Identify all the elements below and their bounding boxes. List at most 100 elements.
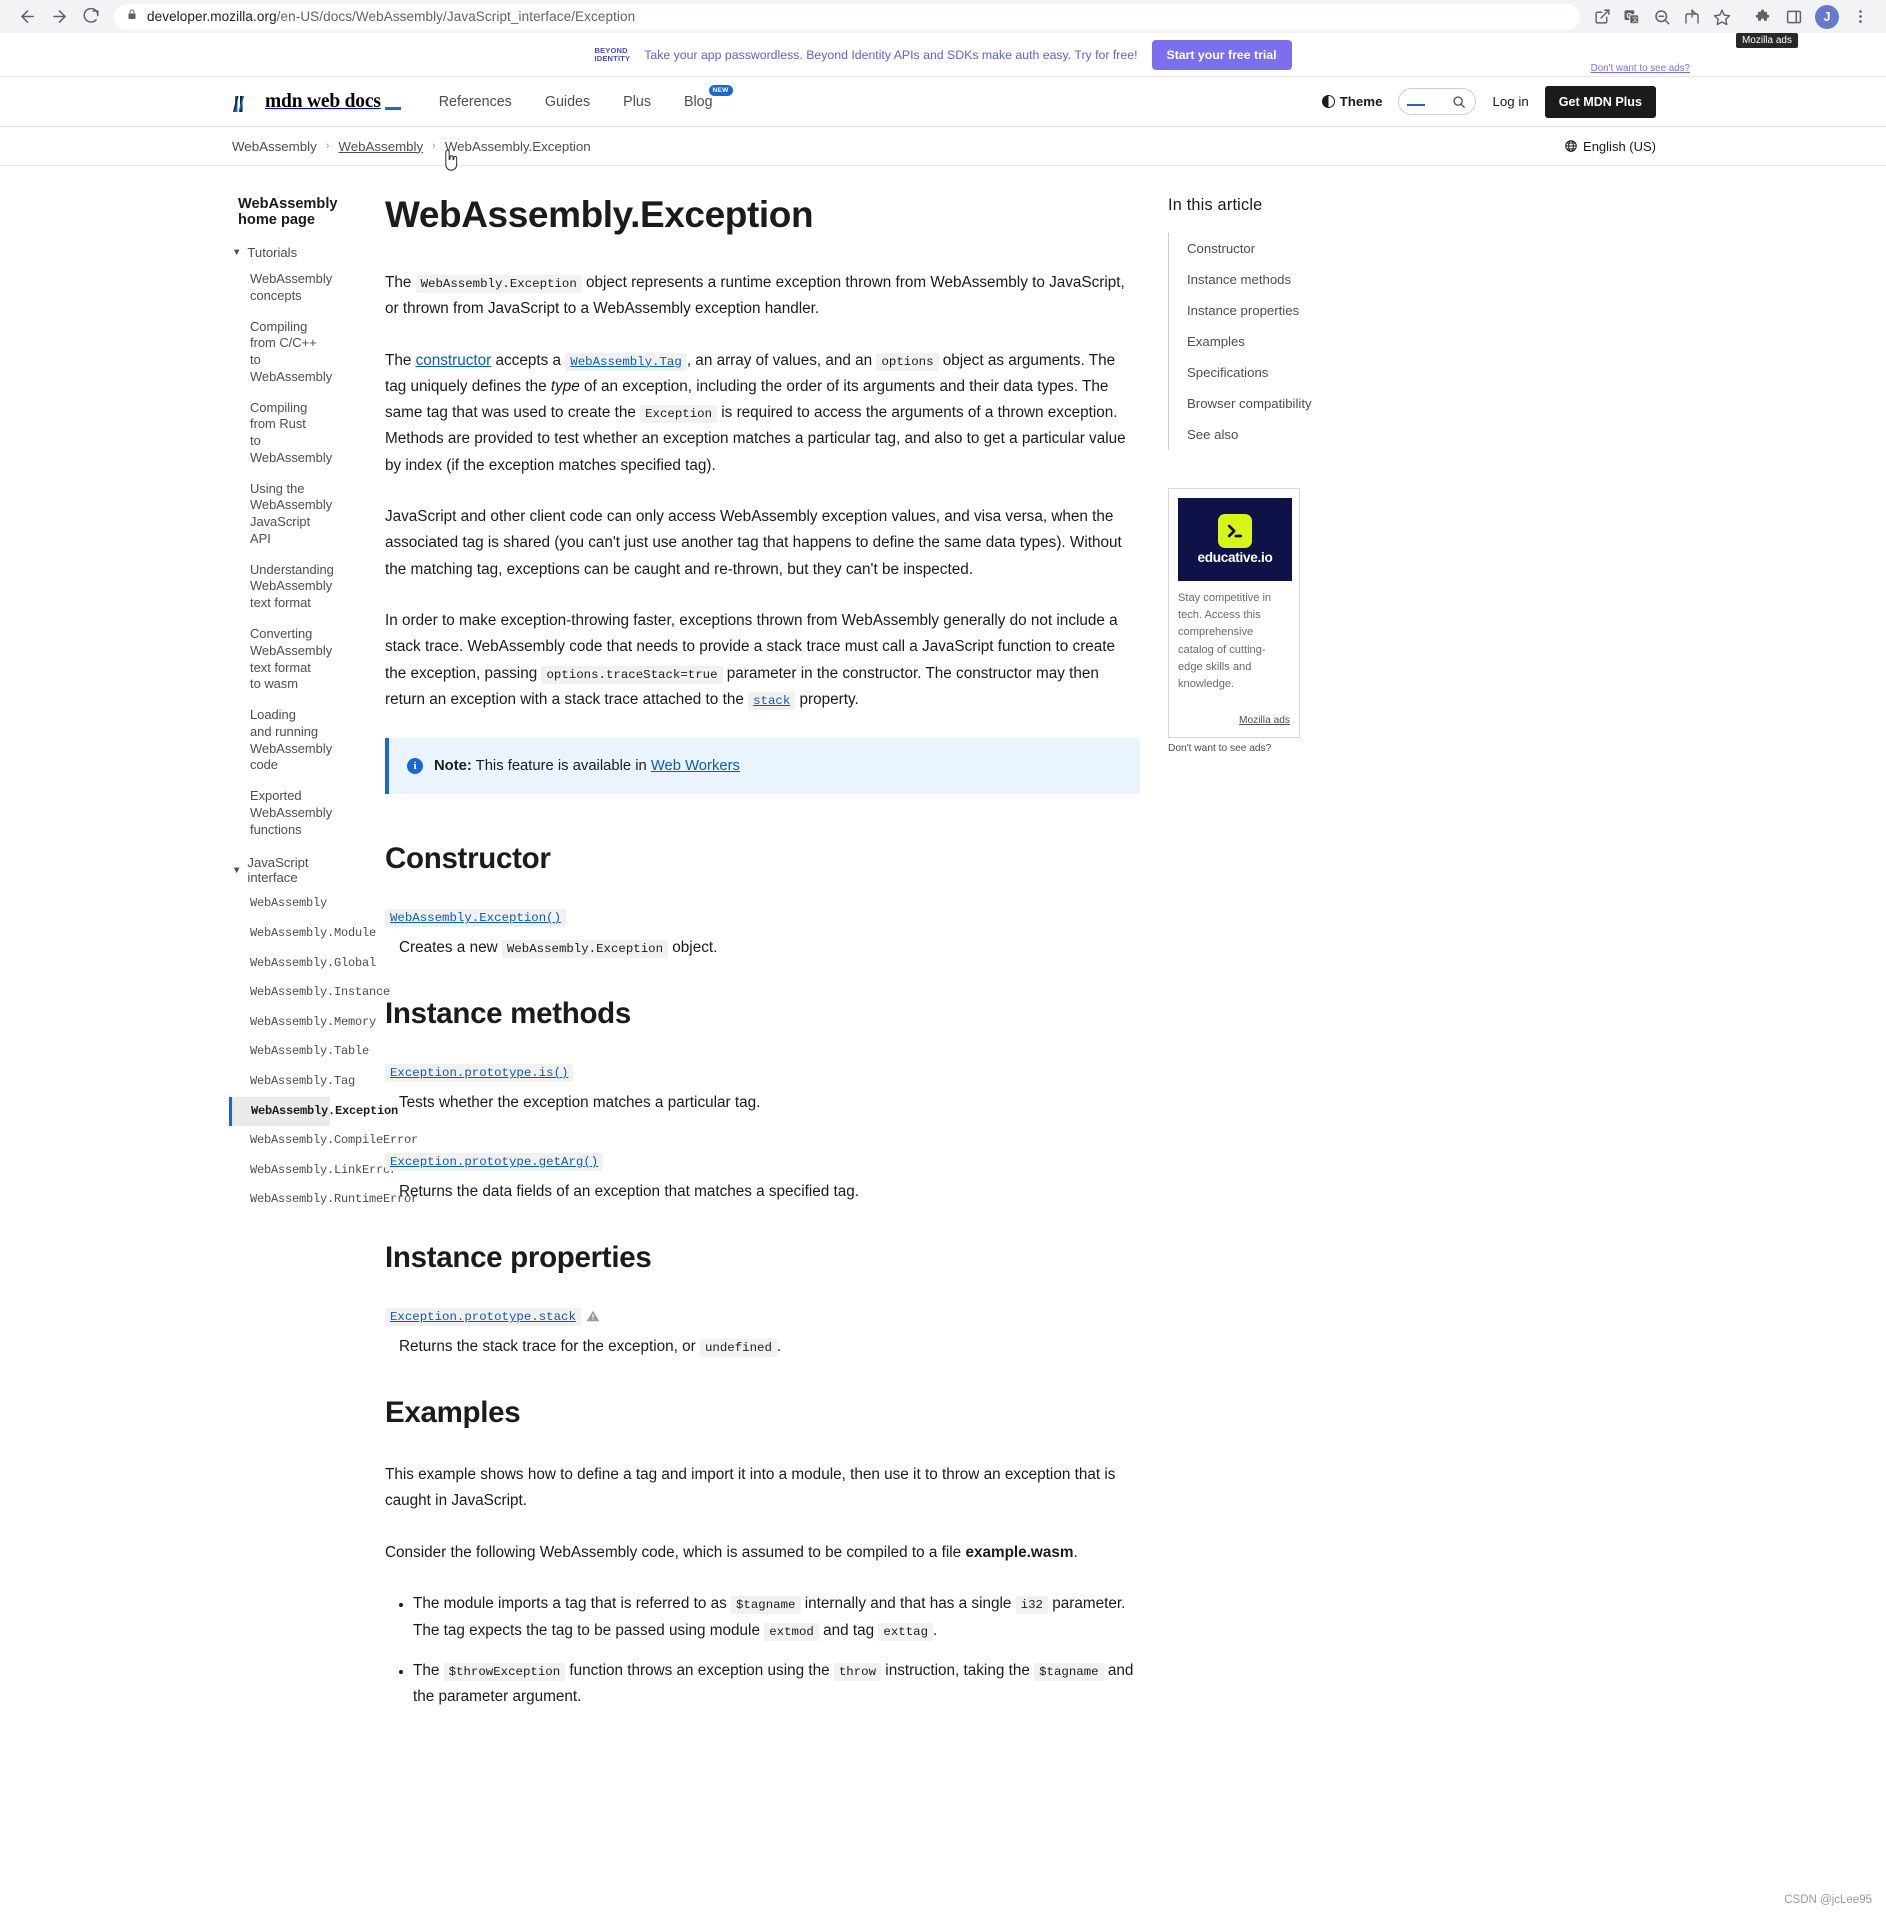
desc-prototype-is: Tests whether the exception matches a pa…	[399, 1094, 761, 1112]
nav-blog[interactable]: Blog NEW	[684, 84, 733, 110]
sidebar-item-webassembly-concepts[interactable]: WebAssembly concepts	[232, 264, 332, 312]
code-throw: throw	[833, 1662, 882, 1681]
sidebar-group-javascript-interface[interactable]: ▼ JavaScript interface	[232, 855, 330, 885]
share-icon[interactable]	[1678, 3, 1706, 31]
code-throwexception: $throwException	[443, 1662, 566, 1681]
sidebar-item-exported-functions[interactable]: Exported WebAssembly functions	[232, 781, 332, 845]
page-title: WebAssembly.Exception	[385, 194, 814, 235]
ad-description: Stay competitive in tech. Access this co…	[1178, 592, 1272, 690]
sidebar-home-title: WebAssembly home page	[238, 196, 338, 228]
sidebar-item-module[interactable]: WebAssembly.Module	[232, 919, 376, 949]
breadcrumb-separator-1: ›	[432, 140, 436, 152]
chevron-down-icon: ▼	[232, 864, 242, 876]
desc-constructor: Creates a new WebAssembly.Exception obje…	[399, 935, 1140, 961]
address-bar[interactable]: developer.mozilla.org/en-US/docs/WebAsse…	[114, 3, 1580, 30]
code-link-prototype-getarg[interactable]: Exception.prototype.getArg()	[385, 1153, 604, 1172]
table-of-contents: Constructor Instance methods Instance pr…	[1168, 233, 1440, 450]
sidebar-item-compileerror[interactable]: WebAssembly.CompileError	[232, 1126, 418, 1156]
translate-icon[interactable]: G文	[1618, 3, 1646, 31]
sidebar-item-instance[interactable]: WebAssembly.Instance	[232, 978, 390, 1008]
right-rail: In this article Constructor Instance met…	[1140, 166, 1440, 1725]
ad-dismiss-text[interactable]: Don't want to see ads?	[1168, 743, 1440, 754]
breadcrumb: WebAssembly › WebAssembly › WebAssembly.…	[232, 139, 591, 154]
toc-item-specifications[interactable]: Specifications	[1187, 357, 1440, 388]
desc-stack-b: .	[776, 1338, 782, 1356]
new-badge: NEW	[708, 84, 733, 96]
code-exttag: exttag	[878, 1622, 934, 1641]
nav-guides[interactable]: Guides	[545, 94, 590, 110]
bullet0-e: .	[933, 1621, 938, 1639]
examples-paragraph-1: This example shows how to define a tag a…	[385, 1466, 1116, 1510]
extensions-puzzle-icon[interactable]	[1750, 3, 1778, 31]
examples-bullet-list: The module imports a tag that is referre…	[385, 1591, 1140, 1711]
desc-constructor-b: object.	[668, 939, 718, 957]
search-input[interactable]	[1398, 88, 1477, 115]
mdn-logo-text: mdn web docs	[265, 90, 381, 112]
nav-plus[interactable]: Plus	[623, 94, 651, 110]
bookmark-star-icon[interactable]	[1708, 3, 1736, 31]
sidebar-item-runtimeerror[interactable]: WebAssembly.RuntimeError	[232, 1185, 418, 1215]
desc-prototype-stack: Returns the stack trace for the exceptio…	[399, 1334, 1140, 1360]
sidebar-item-compiling-c-cpp[interactable]: Compiling from C/C++ to WebAssembly	[232, 312, 332, 393]
desc-constructor-a: Creates a new	[399, 939, 502, 957]
stacktrace-paragraph: In order to make exception-throwing fast…	[385, 608, 1140, 713]
share-external-icon[interactable]	[1588, 3, 1616, 31]
reload-icon[interactable]	[76, 2, 106, 32]
promo-logo-line2: IDENTITY	[594, 53, 631, 63]
sidebar-item-linkerror[interactable]: WebAssembly.LinkError	[232, 1156, 397, 1186]
sidebar-item-memory[interactable]: WebAssembly.Memory	[232, 1008, 376, 1038]
get-mdn-plus-button[interactable]: Get MDN Plus	[1544, 85, 1656, 118]
code-link-stack[interactable]: stack	[748, 691, 796, 710]
more-vertical-icon[interactable]	[1846, 3, 1874, 31]
sidebar-item-exception[interactable]: WebAssembly.Exception	[229, 1096, 398, 1127]
sidebar-item-converting-text-format[interactable]: Converting WebAssembly text format to wa…	[232, 619, 332, 700]
language-selector[interactable]: English (US)	[1564, 139, 1656, 154]
toc-item-examples[interactable]: Examples	[1187, 326, 1440, 357]
code-link-prototype-is[interactable]: Exception.prototype.is()	[385, 1064, 574, 1083]
ad-card[interactable]: educative.io Stay competitive in tech. A…	[1168, 488, 1300, 739]
mdn-logo-mark	[233, 95, 245, 112]
back-arrow-icon[interactable]	[12, 2, 42, 32]
theme-toggle-button[interactable]: Theme	[1321, 94, 1382, 109]
ad-image: educative.io	[1178, 498, 1292, 581]
side-panel-icon[interactable]	[1780, 3, 1808, 31]
bullet0-d: and tag	[818, 1621, 879, 1639]
profile-avatar[interactable]: J	[1815, 4, 1839, 29]
sidebar-item-table[interactable]: WebAssembly.Table	[232, 1037, 369, 1067]
toc-item-instance-methods[interactable]: Instance methods	[1187, 264, 1440, 295]
promo-dismiss-link[interactable]: Don't want to see ads?	[1591, 63, 1690, 74]
toc-item-constructor[interactable]: Constructor	[1187, 233, 1440, 264]
section-heading-instance-properties: Instance properties	[385, 1241, 652, 1275]
code-link-exception-constructor[interactable]: WebAssembly.Exception()	[385, 909, 567, 928]
sidebar-group-tutorials[interactable]: ▼ Tutorials	[232, 245, 330, 260]
watermark: CSDN @jcLee95	[1784, 1894, 1872, 1906]
nav-references[interactable]: References	[439, 94, 512, 110]
sidebar-item-tag[interactable]: WebAssembly.Tag	[232, 1067, 355, 1097]
toc-item-browser-compatibility[interactable]: Browser compatibility	[1187, 388, 1440, 419]
toc-item-instance-properties[interactable]: Instance properties	[1187, 295, 1440, 326]
breadcrumb-bar: WebAssembly › WebAssembly › WebAssembly.…	[0, 127, 1886, 171]
sidebar-item-understanding-text-format[interactable]: Understanding WebAssembly text format	[232, 555, 334, 619]
sidebar-item-loading-running[interactable]: Loading and running WebAssembly code	[232, 700, 332, 781]
sidebar-item-global[interactable]: WebAssembly.Global	[232, 949, 376, 979]
example-wasm-filename: example.wasm	[965, 1543, 1074, 1561]
forward-arrow-icon[interactable]	[44, 2, 74, 32]
breadcrumb-item-1[interactable]: WebAssembly	[338, 139, 423, 154]
globe-icon	[1565, 140, 1577, 152]
zoom-out-icon[interactable]	[1648, 3, 1676, 31]
mozilla-ads-link[interactable]: Mozilla ads	[1239, 715, 1290, 726]
login-link[interactable]: Log in	[1492, 94, 1528, 109]
note-text: This feature is available in	[471, 758, 651, 775]
sidebar-item-webassembly[interactable]: WebAssembly	[232, 889, 330, 919]
mdn-logo[interactable]: mdn web docs	[232, 91, 401, 113]
code-link-webassembly-tag[interactable]: WebAssembly.Tag	[565, 352, 687, 371]
constructor-link[interactable]: constructor	[416, 352, 492, 369]
start-free-trial-button[interactable]: Start your free trial	[1151, 39, 1292, 70]
toolbar-icons: G文 J	[1588, 3, 1874, 31]
sidebar-item-compiling-rust[interactable]: Compiling from Rust to WebAssembly	[232, 393, 332, 474]
sidebar-item-using-js-api[interactable]: Using the WebAssembly JavaScript API	[232, 474, 332, 555]
breadcrumb-item-0[interactable]: WebAssembly	[232, 139, 317, 154]
web-workers-link[interactable]: Web Workers	[651, 758, 740, 774]
toc-item-see-also[interactable]: See also	[1187, 419, 1440, 450]
code-link-prototype-stack[interactable]: Exception.prototype.stack	[385, 1308, 581, 1327]
